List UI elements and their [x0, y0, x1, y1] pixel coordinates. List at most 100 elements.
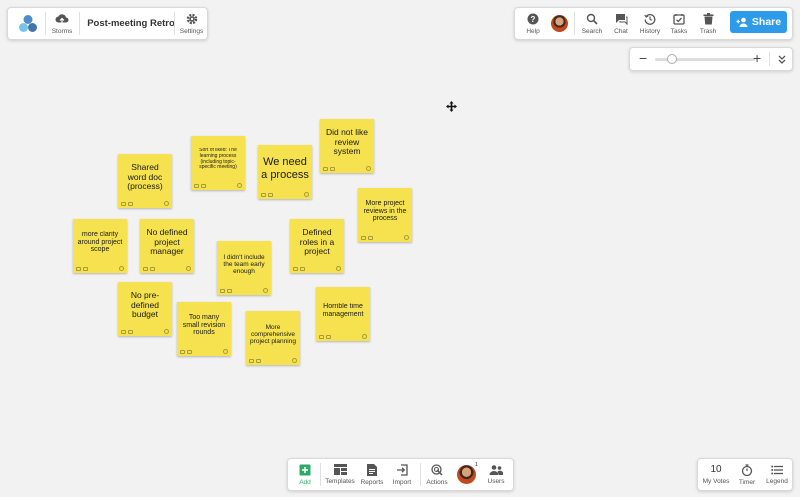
sticky-note[interactable]: No defined project manager	[140, 219, 194, 273]
attachment-icon[interactable]	[187, 350, 192, 354]
help-icon: ?	[527, 13, 539, 24]
search-icon	[586, 13, 598, 25]
comment-icon[interactable]	[293, 267, 298, 271]
attachment-icon[interactable]	[227, 289, 232, 293]
sticky-note[interactable]: more clarity around project scope	[73, 219, 127, 273]
templates-button[interactable]: Templates	[323, 459, 357, 490]
comment-icon[interactable]	[361, 236, 366, 240]
vote-icon[interactable]	[304, 192, 309, 197]
user-avatar-button[interactable]	[547, 8, 571, 39]
users-icon	[489, 464, 503, 475]
reports-button[interactable]: Reports	[357, 459, 387, 490]
vote-icon[interactable]	[223, 349, 228, 354]
my-votes-button[interactable]: 10 My Votes	[700, 459, 732, 490]
bottom-right-panel: 10 My Votes Timer Legend	[697, 458, 793, 491]
note-text: No defined project manager	[146, 228, 188, 257]
note-text: No pre-defined budget	[130, 291, 160, 320]
trash-button[interactable]: Trash	[693, 8, 723, 39]
share-button[interactable]: Share	[730, 11, 787, 33]
attachment-icon[interactable]	[368, 236, 373, 240]
attachment-icon[interactable]	[150, 267, 155, 271]
comment-icon[interactable]	[319, 335, 324, 339]
comment-icon[interactable]	[121, 202, 126, 206]
comment-icon[interactable]	[261, 193, 266, 197]
vote-icon[interactable]	[362, 334, 367, 339]
settings-button[interactable]: Settings	[175, 8, 208, 39]
sticky-note[interactable]: Horrible time management	[316, 287, 370, 341]
chat-button[interactable]: Chat	[607, 8, 635, 39]
attachment-icon[interactable]	[256, 359, 261, 363]
sticky-note[interactable]: Shared word doc (process)	[118, 154, 172, 208]
sticky-note[interactable]: No pre-defined budget	[118, 282, 172, 336]
vote-icon[interactable]	[263, 288, 268, 293]
help-button[interactable]: ? Help	[519, 8, 547, 39]
attachment-icon[interactable]	[330, 167, 335, 171]
vote-icon[interactable]	[164, 329, 169, 334]
attachment-icon[interactable]	[300, 267, 305, 271]
sticky-note[interactable]: More project reviews in the process	[358, 188, 412, 242]
separator	[769, 52, 770, 66]
vote-icon[interactable]	[336, 266, 341, 271]
legend-button[interactable]: Legend	[762, 459, 792, 490]
vote-icon[interactable]	[186, 266, 191, 271]
actions-button[interactable]: Actions	[423, 459, 451, 490]
storms-button[interactable]: Storms	[46, 8, 78, 39]
comment-icon[interactable]	[180, 350, 185, 354]
history-button[interactable]: History	[635, 8, 665, 39]
note-footer	[293, 265, 341, 271]
attachment-icon[interactable]	[268, 193, 273, 197]
comment-icon[interactable]	[143, 267, 148, 271]
note-footer	[261, 191, 309, 197]
comment-icon[interactable]	[220, 289, 225, 293]
vote-icon[interactable]	[164, 201, 169, 206]
note-footer	[249, 357, 297, 363]
vote-icon[interactable]	[404, 235, 409, 240]
attachment-icon[interactable]	[128, 202, 133, 206]
note-text: Defined roles in a project	[299, 228, 335, 257]
zoom-slider-handle[interactable]	[667, 54, 677, 64]
active-user-avatar[interactable]: 1	[453, 459, 479, 490]
comment-icon[interactable]	[76, 267, 81, 271]
separator	[320, 463, 321, 486]
storms-label: Storms	[51, 27, 73, 35]
comment-icon[interactable]	[194, 184, 199, 188]
timer-button[interactable]: Timer	[732, 459, 762, 490]
search-button[interactable]: Search	[577, 8, 607, 39]
sticky-note[interactable]: Too many small revision rounds	[177, 302, 231, 356]
sticky-note[interactable]: More comprehensive project planning	[246, 311, 300, 365]
attachment-icon[interactable]	[128, 330, 133, 334]
note-footer	[143, 265, 191, 271]
comment-icon[interactable]	[249, 359, 254, 363]
attachment-icon[interactable]	[326, 335, 331, 339]
comment-icon[interactable]	[323, 167, 328, 171]
zoom-in-button[interactable]: +	[753, 50, 761, 66]
collapse-button[interactable]	[773, 48, 791, 70]
separator	[420, 463, 421, 486]
actions-label: Actions	[426, 478, 448, 486]
attachment-icon[interactable]	[201, 184, 206, 188]
attachment-icon[interactable]	[83, 267, 88, 271]
import-label: Import	[392, 478, 412, 486]
sticky-note[interactable]: I didn't include the team early enough	[217, 241, 271, 295]
import-button[interactable]: Import	[387, 459, 417, 490]
add-button[interactable]: Add	[292, 459, 318, 490]
sticky-note[interactable]: Defined roles in a project	[290, 219, 344, 273]
sticky-note[interactable]: Did not like review system	[320, 119, 374, 173]
users-button[interactable]: Users	[481, 459, 511, 490]
vote-icon[interactable]	[237, 183, 242, 188]
note-footer	[76, 265, 124, 271]
board-title[interactable]: Post-meeting Retro	[80, 8, 182, 39]
logo-button[interactable]	[12, 8, 44, 39]
vote-icon[interactable]	[292, 358, 297, 363]
double-chevron-down-icon	[778, 55, 786, 64]
comment-icon[interactable]	[121, 330, 126, 334]
zoom-out-button[interactable]: −	[639, 50, 647, 66]
tasks-button[interactable]: Tasks	[665, 8, 693, 39]
sticky-note[interactable]: We need a process	[258, 145, 312, 199]
vote-icon[interactable]	[119, 266, 124, 271]
reports-icon	[367, 463, 377, 476]
vote-icon[interactable]	[366, 166, 371, 171]
users-label: Users	[487, 477, 505, 485]
sticky-note[interactable]: Sort of liked: The learning process (inc…	[191, 136, 245, 190]
note-footer	[180, 348, 228, 354]
